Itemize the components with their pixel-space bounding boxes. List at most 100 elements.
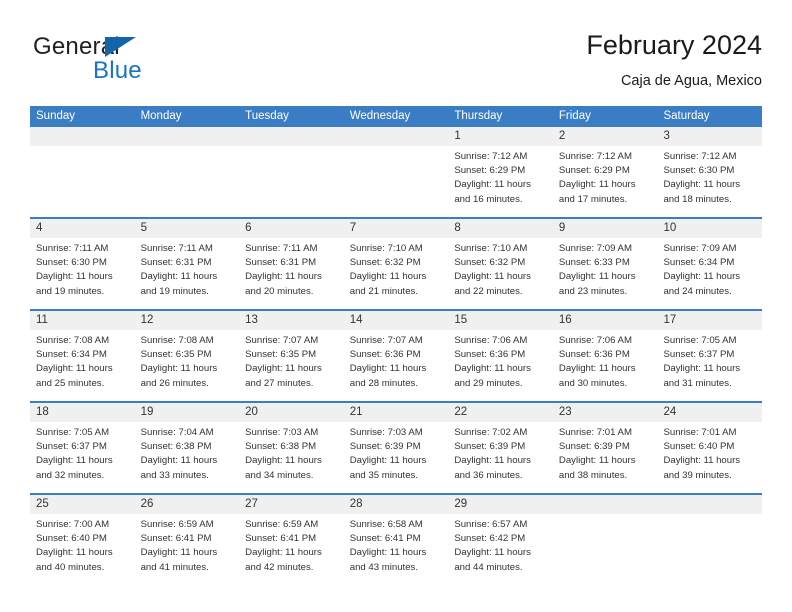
day-number[interactable]: 10 xyxy=(657,219,762,238)
day-cell[interactable]: Sunrise: 7:12 AM Sunset: 6:29 PM Daylight:… xyxy=(448,146,553,217)
day-number[interactable]: 5 xyxy=(135,219,240,238)
day-number[interactable]: 1 xyxy=(448,127,553,146)
day-number[interactable]: 26 xyxy=(135,495,240,514)
day-number[interactable]: 12 xyxy=(135,311,240,330)
day-cell[interactable]: Sunrise: 6:57 AM Sunset: 6:42 PM Daylight:… xyxy=(448,514,553,585)
sunrise-text: Sunrise: 7:07 AM xyxy=(245,335,319,346)
day-cell[interactable]: Sunrise: 7:06 AM Sunset: 6:36 PM Daylight:… xyxy=(448,330,553,401)
day-number[interactable]: 29 xyxy=(448,495,553,514)
sunset-text: Sunset: 6:33 PM xyxy=(558,257,630,269)
day-cell[interactable]: Sunrise: 7:12 AM Sunset: 6:29 PM Daylight:… xyxy=(553,146,658,217)
day-cell[interactable]: Sunrise: 7:02 AM Sunset: 6:39 PM Daylight:… xyxy=(448,422,553,493)
daylight-text: Daylight: 11 hours and 26 minutes. xyxy=(140,363,218,389)
day-number[interactable]: 24 xyxy=(657,403,762,422)
day-cell[interactable]: Sunrise: 7:09 AM Sunset: 6:34 PM Daylight:… xyxy=(657,238,762,309)
day-cell[interactable]: Sunrise: 7:06 AM Sunset: 6:36 PM Daylight:… xyxy=(553,330,658,401)
calendar-grid: Sunday Monday Tuesday Wednesday Thursday… xyxy=(30,106,762,585)
day-number[interactable]: 9 xyxy=(553,219,658,238)
daylight-text: Daylight: 11 hours and 35 minutes. xyxy=(349,455,427,481)
sunset-text: Sunset: 6:32 PM xyxy=(349,257,421,269)
day-number[interactable]: 25 xyxy=(30,495,135,514)
day-number[interactable]: 22 xyxy=(448,403,553,422)
day-number xyxy=(344,127,449,146)
day-cell xyxy=(657,514,762,585)
day-number[interactable]: 6 xyxy=(239,219,344,238)
sunrise-text: Sunrise: 7:03 AM xyxy=(349,427,423,438)
day-of-week-header: Sunday Monday Tuesday Wednesday Thursday… xyxy=(30,106,762,127)
day-cell[interactable]: Sunrise: 7:12 AM Sunset: 6:30 PM Daylight:… xyxy=(657,146,762,217)
day-cell[interactable]: Sunrise: 7:03 AM Sunset: 6:39 PM Daylight:… xyxy=(344,422,449,493)
day-cell xyxy=(239,146,344,217)
day-cell[interactable]: Sunrise: 6:58 AM Sunset: 6:41 PM Daylight:… xyxy=(344,514,449,585)
sunrise-text: Sunrise: 7:00 AM xyxy=(36,519,110,530)
day-cell[interactable]: Sunrise: 7:05 AM Sunset: 6:37 PM Daylight:… xyxy=(657,330,762,401)
day-cell[interactable]: Sunrise: 7:03 AM Sunset: 6:38 PM Daylight:… xyxy=(239,422,344,493)
page-title: February 2024 xyxy=(586,30,762,60)
day-number[interactable]: 16 xyxy=(553,311,658,330)
day-cell[interactable]: Sunrise: 7:07 AM Sunset: 6:36 PM Daylight:… xyxy=(344,330,449,401)
sunset-text: Sunset: 6:41 PM xyxy=(349,533,421,545)
day-number[interactable]: 20 xyxy=(239,403,344,422)
day-number[interactable]: 23 xyxy=(553,403,658,422)
day-number[interactable]: 17 xyxy=(657,311,762,330)
calendar-weeks: 1 2 3 Sunrise: 7:12 AM Sunset: 6:29 PM Daylig… xyxy=(30,127,762,585)
day-number[interactable]: 7 xyxy=(344,219,449,238)
day-cell[interactable]: Sunrise: 7:05 AM Sunset: 6:37 PM Daylight:… xyxy=(30,422,135,493)
day-number[interactable]: 28 xyxy=(344,495,449,514)
general-blue-logo[interactable]: General Blue xyxy=(33,34,233,92)
day-cell[interactable]: Sunrise: 7:01 AM Sunset: 6:39 PM Daylight:… xyxy=(553,422,658,493)
day-cell[interactable]: Sunrise: 7:08 AM Sunset: 6:34 PM Daylight:… xyxy=(30,330,135,401)
sunset-text: Sunset: 6:39 PM xyxy=(349,441,421,453)
day-number[interactable]: 21 xyxy=(344,403,449,422)
sunset-text: Sunset: 6:41 PM xyxy=(245,533,317,545)
week-detail-row: Sunrise: 7:05 AM Sunset: 6:37 PM Daylight:… xyxy=(30,422,762,493)
day-cell[interactable]: Sunrise: 7:00 AM Sunset: 6:40 PM Daylight:… xyxy=(30,514,135,585)
day-number[interactable]: 14 xyxy=(344,311,449,330)
day-cell[interactable]: Sunrise: 7:10 AM Sunset: 6:32 PM Daylight:… xyxy=(344,238,449,309)
day-number[interactable]: 8 xyxy=(448,219,553,238)
day-cell[interactable]: Sunrise: 7:08 AM Sunset: 6:35 PM Daylight:… xyxy=(135,330,240,401)
dow-friday: Friday xyxy=(558,110,591,122)
sunset-text: Sunset: 6:34 PM xyxy=(36,349,107,361)
daylight-text: Daylight: 11 hours and 17 minutes. xyxy=(558,179,636,205)
sunset-text: Sunset: 6:40 PM xyxy=(36,533,107,545)
daylight-text: Daylight: 11 hours and 33 minutes. xyxy=(140,455,218,481)
day-cell[interactable]: Sunrise: 6:59 AM Sunset: 6:41 PM Daylight:… xyxy=(239,514,344,585)
sunset-text: Sunset: 6:39 PM xyxy=(454,441,526,453)
day-number[interactable]: 15 xyxy=(448,311,553,330)
day-number[interactable]: 27 xyxy=(239,495,344,514)
day-number[interactable]: 2 xyxy=(553,127,658,146)
day-cell[interactable]: Sunrise: 7:10 AM Sunset: 6:32 PM Daylight:… xyxy=(448,238,553,309)
day-cell[interactable]: Sunrise: 7:09 AM Sunset: 6:33 PM Daylight:… xyxy=(553,238,658,309)
week-date-numbers: 4 5 6 7 8 9 10 xyxy=(30,219,762,238)
day-number[interactable]: 19 xyxy=(135,403,240,422)
sunset-text: Sunset: 6:35 PM xyxy=(245,349,317,361)
daylight-text: Daylight: 11 hours and 44 minutes. xyxy=(454,547,531,573)
day-cell[interactable]: Sunrise: 7:11 AM Sunset: 6:30 PM Daylight:… xyxy=(30,238,135,309)
day-cell[interactable]: Sunrise: 7:01 AM Sunset: 6:40 PM Daylight:… xyxy=(657,422,762,493)
day-cell[interactable]: Sunrise: 7:11 AM Sunset: 6:31 PM Daylight:… xyxy=(239,238,344,309)
day-number[interactable]: 13 xyxy=(239,311,344,330)
day-cell[interactable]: Sunrise: 6:59 AM Sunset: 6:41 PM Daylight:… xyxy=(135,514,240,585)
sunset-text: Sunset: 6:38 PM xyxy=(140,441,212,453)
sunrise-text: Sunrise: 7:10 AM xyxy=(454,243,528,254)
sunset-text: Sunset: 6:36 PM xyxy=(454,349,526,361)
day-number[interactable]: 11 xyxy=(30,311,135,330)
day-cell[interactable]: Sunrise: 7:11 AM Sunset: 6:31 PM Daylight:… xyxy=(135,238,240,309)
dow-sunday: Sunday xyxy=(36,110,76,122)
day-number[interactable]: 18 xyxy=(30,403,135,422)
title-block: February 2024 Caja de Agua, Mexico xyxy=(586,28,762,91)
daylight-text: Daylight: 11 hours and 31 minutes. xyxy=(663,363,741,389)
day-cell[interactable]: Sunrise: 7:07 AM Sunset: 6:35 PM Daylight:… xyxy=(239,330,344,401)
sunset-text: Sunset: 6:29 PM xyxy=(454,165,526,177)
day-number[interactable]: 3 xyxy=(657,127,762,146)
sunrise-text: Sunrise: 7:08 AM xyxy=(36,335,110,346)
sunrise-text: Sunrise: 7:07 AM xyxy=(349,335,423,346)
daylight-text: Daylight: 11 hours and 43 minutes. xyxy=(349,547,427,573)
sunset-text: Sunset: 6:36 PM xyxy=(558,349,630,361)
sunrise-text: Sunrise: 7:03 AM xyxy=(245,427,319,438)
day-cell[interactable]: Sunrise: 7:04 AM Sunset: 6:38 PM Daylight:… xyxy=(135,422,240,493)
sunrise-text: Sunrise: 7:06 AM xyxy=(454,335,528,346)
sunset-text: Sunset: 6:34 PM xyxy=(663,257,735,269)
day-number[interactable]: 4 xyxy=(30,219,135,238)
